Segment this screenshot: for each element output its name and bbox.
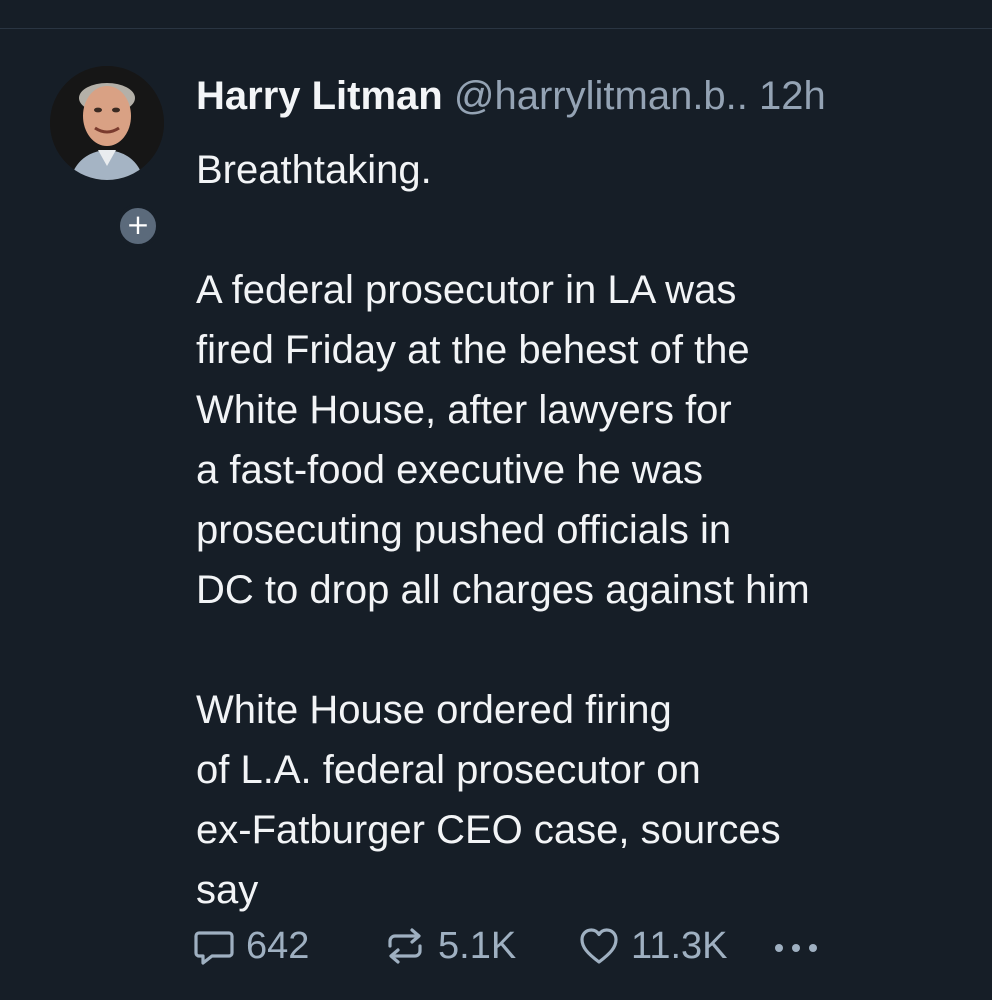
post-card[interactable]: + Harry Litman @harrylitman.b.. 12h Brea…	[0, 0, 992, 1000]
more-options-button[interactable]	[771, 925, 821, 968]
follow-plus-badge[interactable]: +	[116, 204, 160, 248]
repost-arrows-icon	[382, 924, 428, 968]
avatar[interactable]	[50, 66, 164, 180]
more-dots-icon	[771, 925, 821, 968]
avatar-photo	[50, 66, 164, 180]
heart-icon	[577, 924, 621, 968]
reply-button[interactable]: 642	[192, 924, 382, 968]
post-text: Breathtaking. A federal prosecutor in LA…	[196, 148, 810, 912]
avatar-container[interactable]: +	[50, 66, 164, 248]
reply-count: 642	[246, 924, 310, 967]
post-actions: 642 5.1K 11.3K	[192, 920, 821, 972]
post-header: Harry Litman @harrylitman.b.. 12h	[196, 72, 826, 120]
post-timestamp[interactable]: 12h	[759, 74, 826, 118]
author-handle[interactable]: @harrylitman.b..	[454, 74, 748, 118]
repost-button[interactable]: 5.1K	[382, 924, 577, 968]
like-button[interactable]: 11.3K	[577, 924, 767, 968]
reply-bubble-icon	[192, 924, 236, 968]
author-display-name[interactable]: Harry Litman	[196, 74, 443, 118]
repost-count: 5.1K	[438, 924, 517, 967]
like-count: 11.3K	[631, 924, 728, 967]
